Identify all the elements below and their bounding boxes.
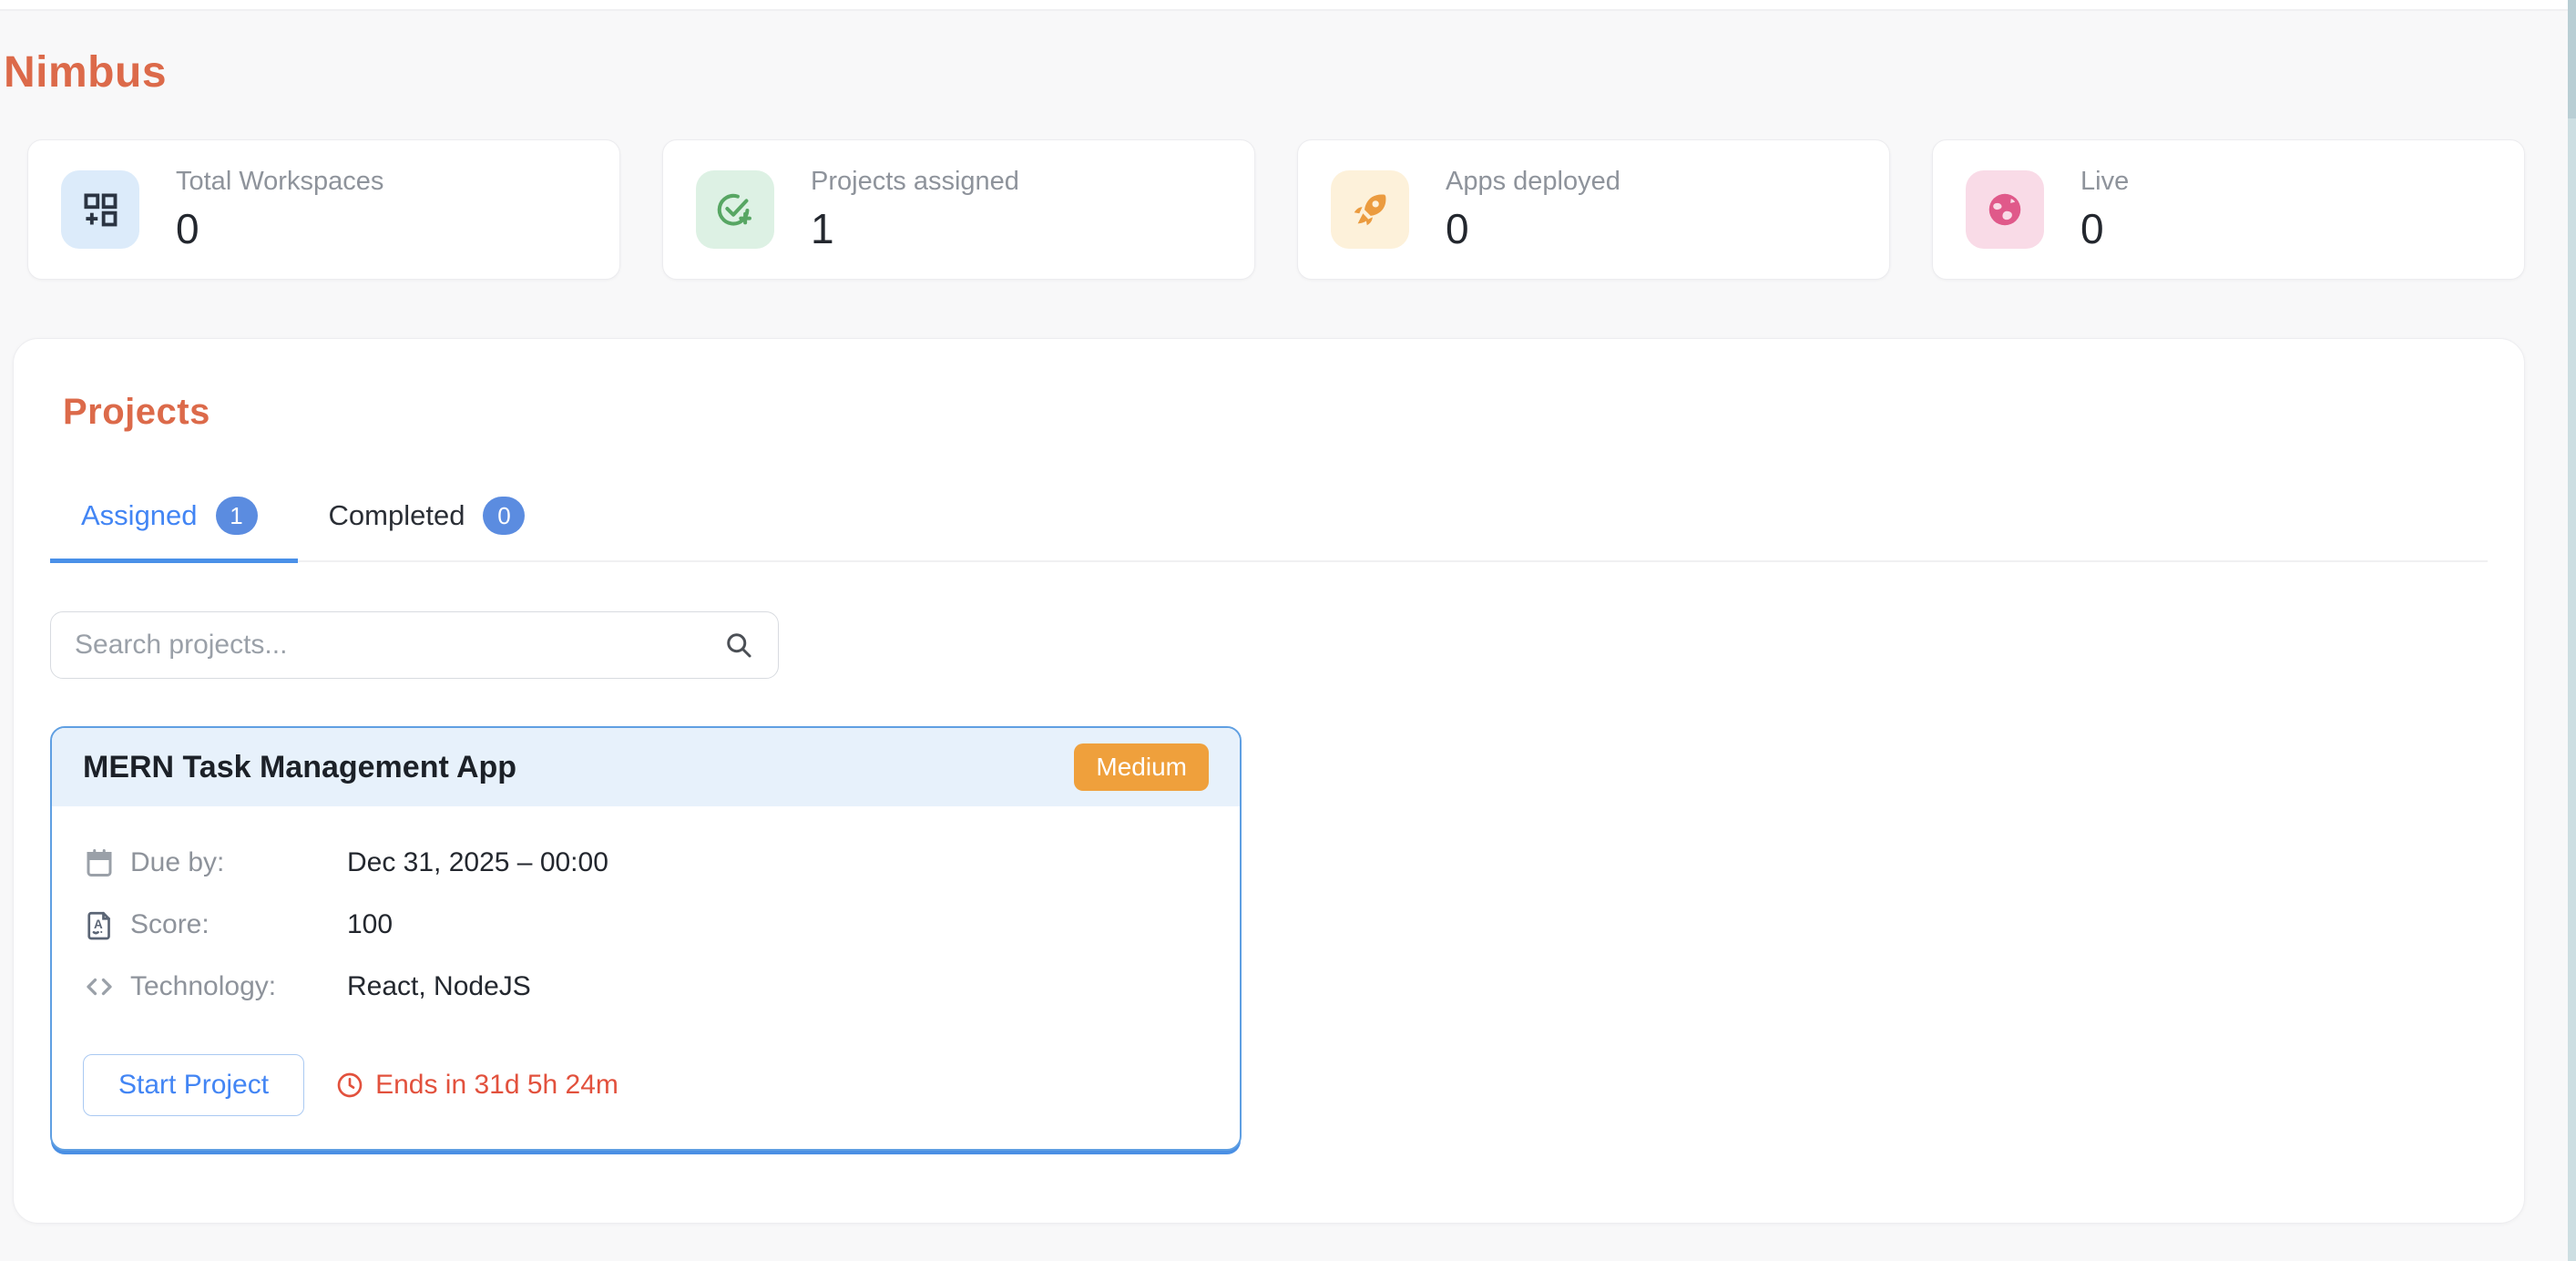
stat-label: Total Workspaces (176, 167, 383, 197)
stat-value: 1 (811, 204, 1019, 253)
projects-panel: Projects Assigned 1 Completed 0 MERN Tas… (13, 338, 2525, 1224)
clock-icon (335, 1071, 364, 1100)
page-scrollbar[interactable] (2568, 0, 2576, 1261)
app-title: Nimbus (4, 47, 2576, 97)
projects-title: Projects (63, 392, 2488, 433)
detail-value: React, NodeJS (347, 971, 531, 1002)
start-project-button[interactable]: Start Project (83, 1054, 304, 1116)
deadline-text: Ends in 31d 5h 24m (375, 1070, 618, 1101)
tab-count-badge: 1 (216, 497, 258, 535)
project-search (50, 611, 779, 679)
calendar-icon (83, 846, 130, 879)
projects-tabs: Assigned 1 Completed 0 (50, 497, 2488, 562)
detail-row-technology: Technology: React, NodeJS (83, 970, 1209, 1003)
stat-label: Apps deployed (1446, 167, 1620, 197)
scrollbar-thumb[interactable] (2568, 0, 2576, 118)
detail-value: Dec 31, 2025 – 00:00 (347, 847, 608, 878)
score-icon: A (83, 908, 130, 941)
detail-row-score: A Score: 100 (83, 908, 1209, 941)
tab-label: Completed (329, 499, 465, 532)
stat-label: Projects assigned (811, 167, 1019, 197)
project-card-footer: Start Project Ends in 31d 5h 24m (52, 1032, 1240, 1149)
stat-value: 0 (2080, 204, 2129, 253)
tab-assigned[interactable]: Assigned 1 (50, 497, 298, 563)
project-title: MERN Task Management App (83, 750, 516, 785)
tab-count-badge: 0 (483, 497, 525, 535)
stat-card-apps-deployed: Apps deployed 0 (1297, 139, 1890, 280)
top-bar (0, 0, 2576, 11)
stat-card-projects-assigned: Projects assigned 1 (662, 139, 1255, 280)
tab-completed[interactable]: Completed 0 (298, 497, 566, 563)
deadline: Ends in 31d 5h 24m (335, 1070, 618, 1101)
search-input[interactable] (50, 611, 779, 679)
difficulty-badge: Medium (1074, 743, 1209, 791)
stat-card-total-workspaces: Total Workspaces 0 (27, 139, 620, 280)
stat-value: 0 (1446, 204, 1620, 253)
stats-row: Total Workspaces 0 Projects assigned 1 (27, 139, 2525, 280)
tab-label: Assigned (81, 499, 198, 532)
stat-label: Live (2080, 167, 2129, 197)
stat-card-live: Live 0 (1932, 139, 2525, 280)
detail-row-due-by: Due by: Dec 31, 2025 – 00:00 (83, 846, 1209, 879)
grid-plus-icon (61, 170, 139, 249)
check-plus-icon (696, 170, 774, 249)
project-card-header: MERN Task Management App Medium (52, 728, 1240, 806)
code-icon (83, 970, 130, 1003)
globe-icon (1966, 170, 2044, 249)
detail-label: Due by: (130, 847, 347, 878)
stat-value: 0 (176, 204, 383, 253)
search-icon (722, 629, 755, 666)
detail-label: Score: (130, 909, 347, 940)
project-card: MERN Task Management App Medium Due by: … (50, 726, 1242, 1151)
detail-value: 100 (347, 909, 393, 940)
project-card-body: Due by: Dec 31, 2025 – 00:00 A Score: 10… (52, 806, 1240, 1003)
svg-text:A: A (94, 918, 103, 931)
rocket-icon (1331, 170, 1409, 249)
detail-label: Technology: (130, 971, 347, 1002)
